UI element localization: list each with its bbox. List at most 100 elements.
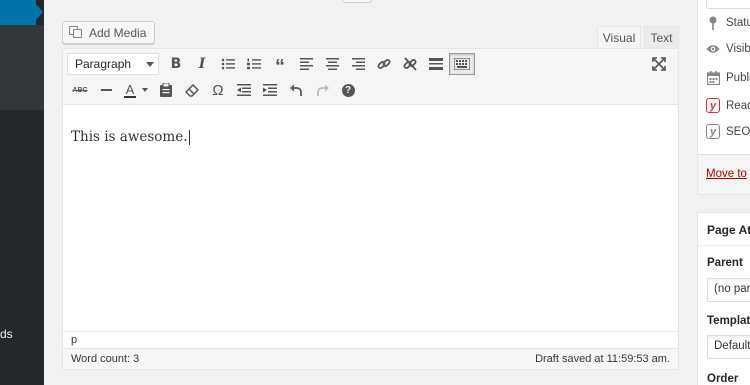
add-media-label: Add Media <box>89 25 147 40</box>
paste-as-text-button[interactable] <box>153 79 179 101</box>
align-center-button[interactable] <box>319 53 345 75</box>
italic-icon: I <box>198 56 206 72</box>
strikethrough-icon: ABC <box>72 86 88 94</box>
horizontal-line-button[interactable] <box>93 79 119 101</box>
post-editor: Paragraph B I “ ABC A Ω ? This is awesom… <box>62 48 679 370</box>
keyboard-icon <box>454 58 470 70</box>
status-row: Status <box>706 16 750 30</box>
top-select-fragment[interactable] <box>706 0 750 9</box>
editor-status-bar: Word count: 3 Draft saved at 11:59:53 am… <box>63 348 678 369</box>
active-menu-arrow <box>36 4 43 20</box>
align-left-icon <box>299 58 313 70</box>
yoast-icon: y <box>706 98 720 113</box>
publish-date-row: Publi <box>706 71 750 85</box>
text-color-icon: A <box>124 81 136 98</box>
italic-button[interactable]: I <box>189 53 215 75</box>
move-to-trash-link[interactable]: Move to <box>706 168 747 180</box>
seo-row: y SEO: <box>706 124 750 139</box>
draft-saved-status: Draft saved at 11:59:53 am. <box>535 353 670 365</box>
page-attributes-box: Page Att Parent (no par Template Default… <box>697 212 750 385</box>
link-icon <box>377 59 391 69</box>
strikethrough-button[interactable]: ABC <box>67 79 93 101</box>
omega-icon: Ω <box>212 81 224 99</box>
unlink-icon <box>403 57 417 71</box>
eye-icon <box>706 45 720 53</box>
bold-button[interactable]: B <box>163 53 189 75</box>
top-button-fragment[interactable] <box>342 0 372 3</box>
editor-toolbar: Paragraph B I “ ABC A Ω ? <box>63 49 678 105</box>
visibility-row: Visib <box>706 43 750 55</box>
status-label: Status <box>726 17 750 29</box>
indent-button[interactable] <box>257 79 283 101</box>
media-icon <box>69 26 84 39</box>
calendar-icon <box>706 71 720 85</box>
readability-row: y Read <box>706 98 750 113</box>
admin-sidebar: ds <box>0 0 44 385</box>
toolbar-row-1: Paragraph B I “ <box>67 53 475 78</box>
bold-icon: B <box>170 56 182 72</box>
align-center-icon <box>325 58 339 70</box>
distraction-free-button[interactable] <box>646 53 672 75</box>
remove-link-button[interactable] <box>397 53 423 75</box>
sidebar-label-fragment[interactable]: ds <box>0 327 13 341</box>
horizontal-line-icon <box>100 89 112 91</box>
page-attributes-title[interactable]: Page Att <box>698 213 750 246</box>
seo-label: SEO: <box>726 125 750 138</box>
toolbar-toggle-button[interactable] <box>449 53 475 75</box>
text-caret <box>188 130 190 145</box>
template-label: Template <box>707 315 750 327</box>
word-count: Word count: 3 <box>71 353 140 365</box>
help-icon: ? <box>341 83 355 97</box>
text-color-button[interactable]: A <box>119 79 153 101</box>
outdent-button[interactable] <box>231 79 257 101</box>
visibility-label: Visib <box>726 43 750 55</box>
align-left-button[interactable] <box>293 53 319 75</box>
order-label: Order <box>707 373 739 385</box>
publish-date-label: Publi <box>726 72 750 84</box>
eraser-icon <box>185 83 199 97</box>
content-text: This is awesome. <box>71 129 188 145</box>
numbered-list-button[interactable] <box>241 53 267 75</box>
parent-label: Parent <box>707 257 743 269</box>
insert-link-button[interactable] <box>371 53 397 75</box>
chevron-down-icon <box>146 61 154 67</box>
redo-icon <box>316 84 329 96</box>
active-menu-item[interactable] <box>0 0 36 25</box>
outdent-icon <box>237 84 251 96</box>
tab-text[interactable]: Text <box>644 26 679 48</box>
undo-button[interactable] <box>283 79 309 101</box>
keyboard-shortcuts-button[interactable]: ? <box>335 79 361 101</box>
tab-visual[interactable]: Visual <box>597 26 641 48</box>
toolbar-row-2: ABC A Ω ? <box>67 79 361 101</box>
add-media-button[interactable]: Add Media <box>62 21 156 44</box>
clear-formatting-button[interactable] <box>179 79 205 101</box>
indent-icon <box>263 84 277 96</box>
special-character-button[interactable]: Ω <box>205 79 231 101</box>
chevron-down-icon <box>142 88 148 92</box>
bullet-list-icon <box>221 58 235 70</box>
submenu-block <box>0 25 44 110</box>
format-select[interactable]: Paragraph <box>67 53 159 75</box>
element-path-bar: p <box>63 331 678 348</box>
numbered-list-icon <box>247 58 261 70</box>
blockquote-button[interactable]: “ <box>267 53 293 78</box>
redo-button[interactable] <box>309 79 335 101</box>
publish-box: Status Visib Publi y Read y SEO: Move to <box>697 0 750 195</box>
clipboard-icon <box>160 83 172 97</box>
format-select-value: Paragraph <box>75 57 132 71</box>
fullscreen-icon <box>652 57 666 71</box>
template-select[interactable]: Default <box>707 335 750 359</box>
yoast-icon: y <box>706 124 720 139</box>
read-more-button[interactable] <box>423 53 449 75</box>
element-path[interactable]: p <box>71 334 77 346</box>
editor-content[interactable]: This is awesome. <box>71 129 190 145</box>
read-more-icon <box>429 58 443 70</box>
parent-select[interactable]: (no par <box>707 278 750 302</box>
align-right-icon <box>351 58 365 70</box>
bullet-list-button[interactable] <box>215 53 241 75</box>
blockquote-icon: “ <box>275 56 285 78</box>
align-right-button[interactable] <box>345 53 371 75</box>
readability-label: Read <box>726 99 750 112</box>
undo-icon <box>289 84 302 96</box>
pin-icon <box>709 16 717 30</box>
